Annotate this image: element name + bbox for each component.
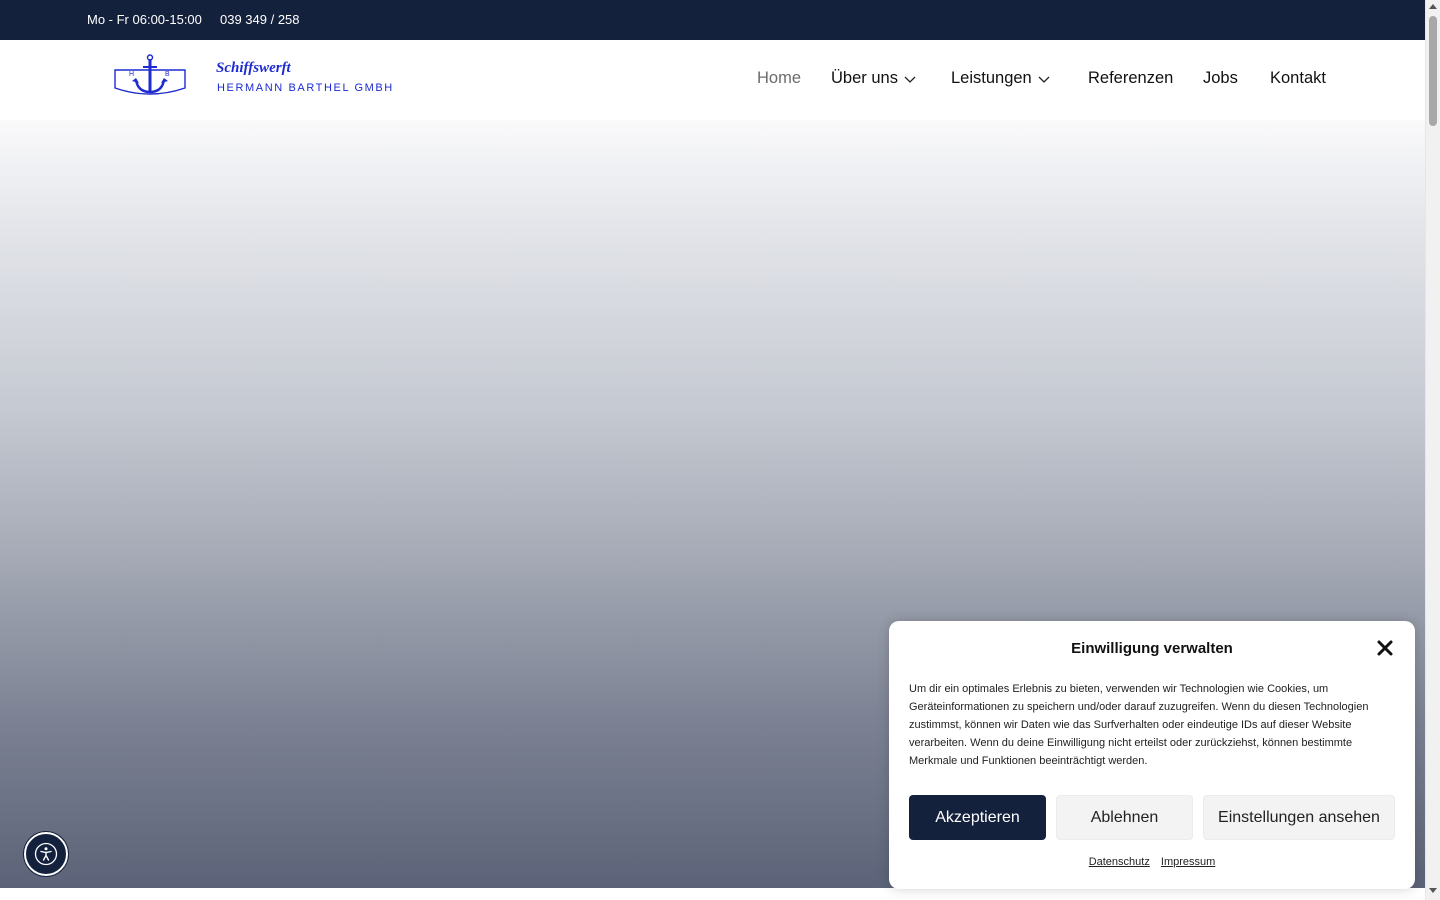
nav-item-jobs[interactable]: Jobs <box>1203 69 1238 88</box>
consent-text: Um dir ein optimales Erlebnis zu bieten,… <box>909 683 1369 767</box>
consent-title: Einwilligung verwalten <box>1071 640 1233 657</box>
scroll-down-arrow[interactable] <box>1429 888 1437 893</box>
top-bar: Mo - Fr 06:00-15:00 039 349 / 258 <box>0 0 1425 40</box>
chevron-down-icon <box>904 76 916 83</box>
phone-number[interactable]: 039 349 / 258 <box>220 12 300 27</box>
deny-button[interactable]: Ablehnen <box>1056 795 1193 840</box>
page-scrollbar[interactable] <box>1425 0 1440 900</box>
cookie-consent-dialog: Einwilligung verwalten Um dir ein optima… <box>889 621 1415 889</box>
main-navigation: Home Über uns Leistungen Referenzen Jobs… <box>0 69 1425 93</box>
close-icon[interactable] <box>1376 639 1394 657</box>
accept-button[interactable]: Akzeptieren <box>909 795 1046 840</box>
scroll-up-arrow[interactable] <box>1429 4 1437 9</box>
accessibility-icon <box>34 842 58 866</box>
nav-item-home[interactable]: Home <box>757 69 801 88</box>
nav-item-ueber-uns[interactable]: Über uns <box>831 69 917 88</box>
imprint-link[interactable]: Impressum <box>1161 856 1215 868</box>
view-preferences-button[interactable]: Einstellungen ansehen <box>1203 795 1395 840</box>
nav-item-leistungen[interactable]: Leistungen <box>951 69 1051 88</box>
privacy-link[interactable]: Datenschutz <box>1089 856 1150 868</box>
scrollbar-thumb[interactable] <box>1429 16 1437 126</box>
accessibility-button[interactable] <box>24 832 68 876</box>
nav-item-referenzen[interactable]: Referenzen <box>1088 69 1173 88</box>
chevron-down-icon <box>1038 76 1050 83</box>
nav-item-kontakt[interactable]: Kontakt <box>1270 69 1326 88</box>
consent-links: Datenschutz Impressum <box>889 856 1415 868</box>
site-header: H B Schiffswerft HERMANN BARTHEL GMBH Ho… <box>0 40 1425 120</box>
opening-hours: Mo - Fr 06:00-15:00 <box>87 12 202 27</box>
